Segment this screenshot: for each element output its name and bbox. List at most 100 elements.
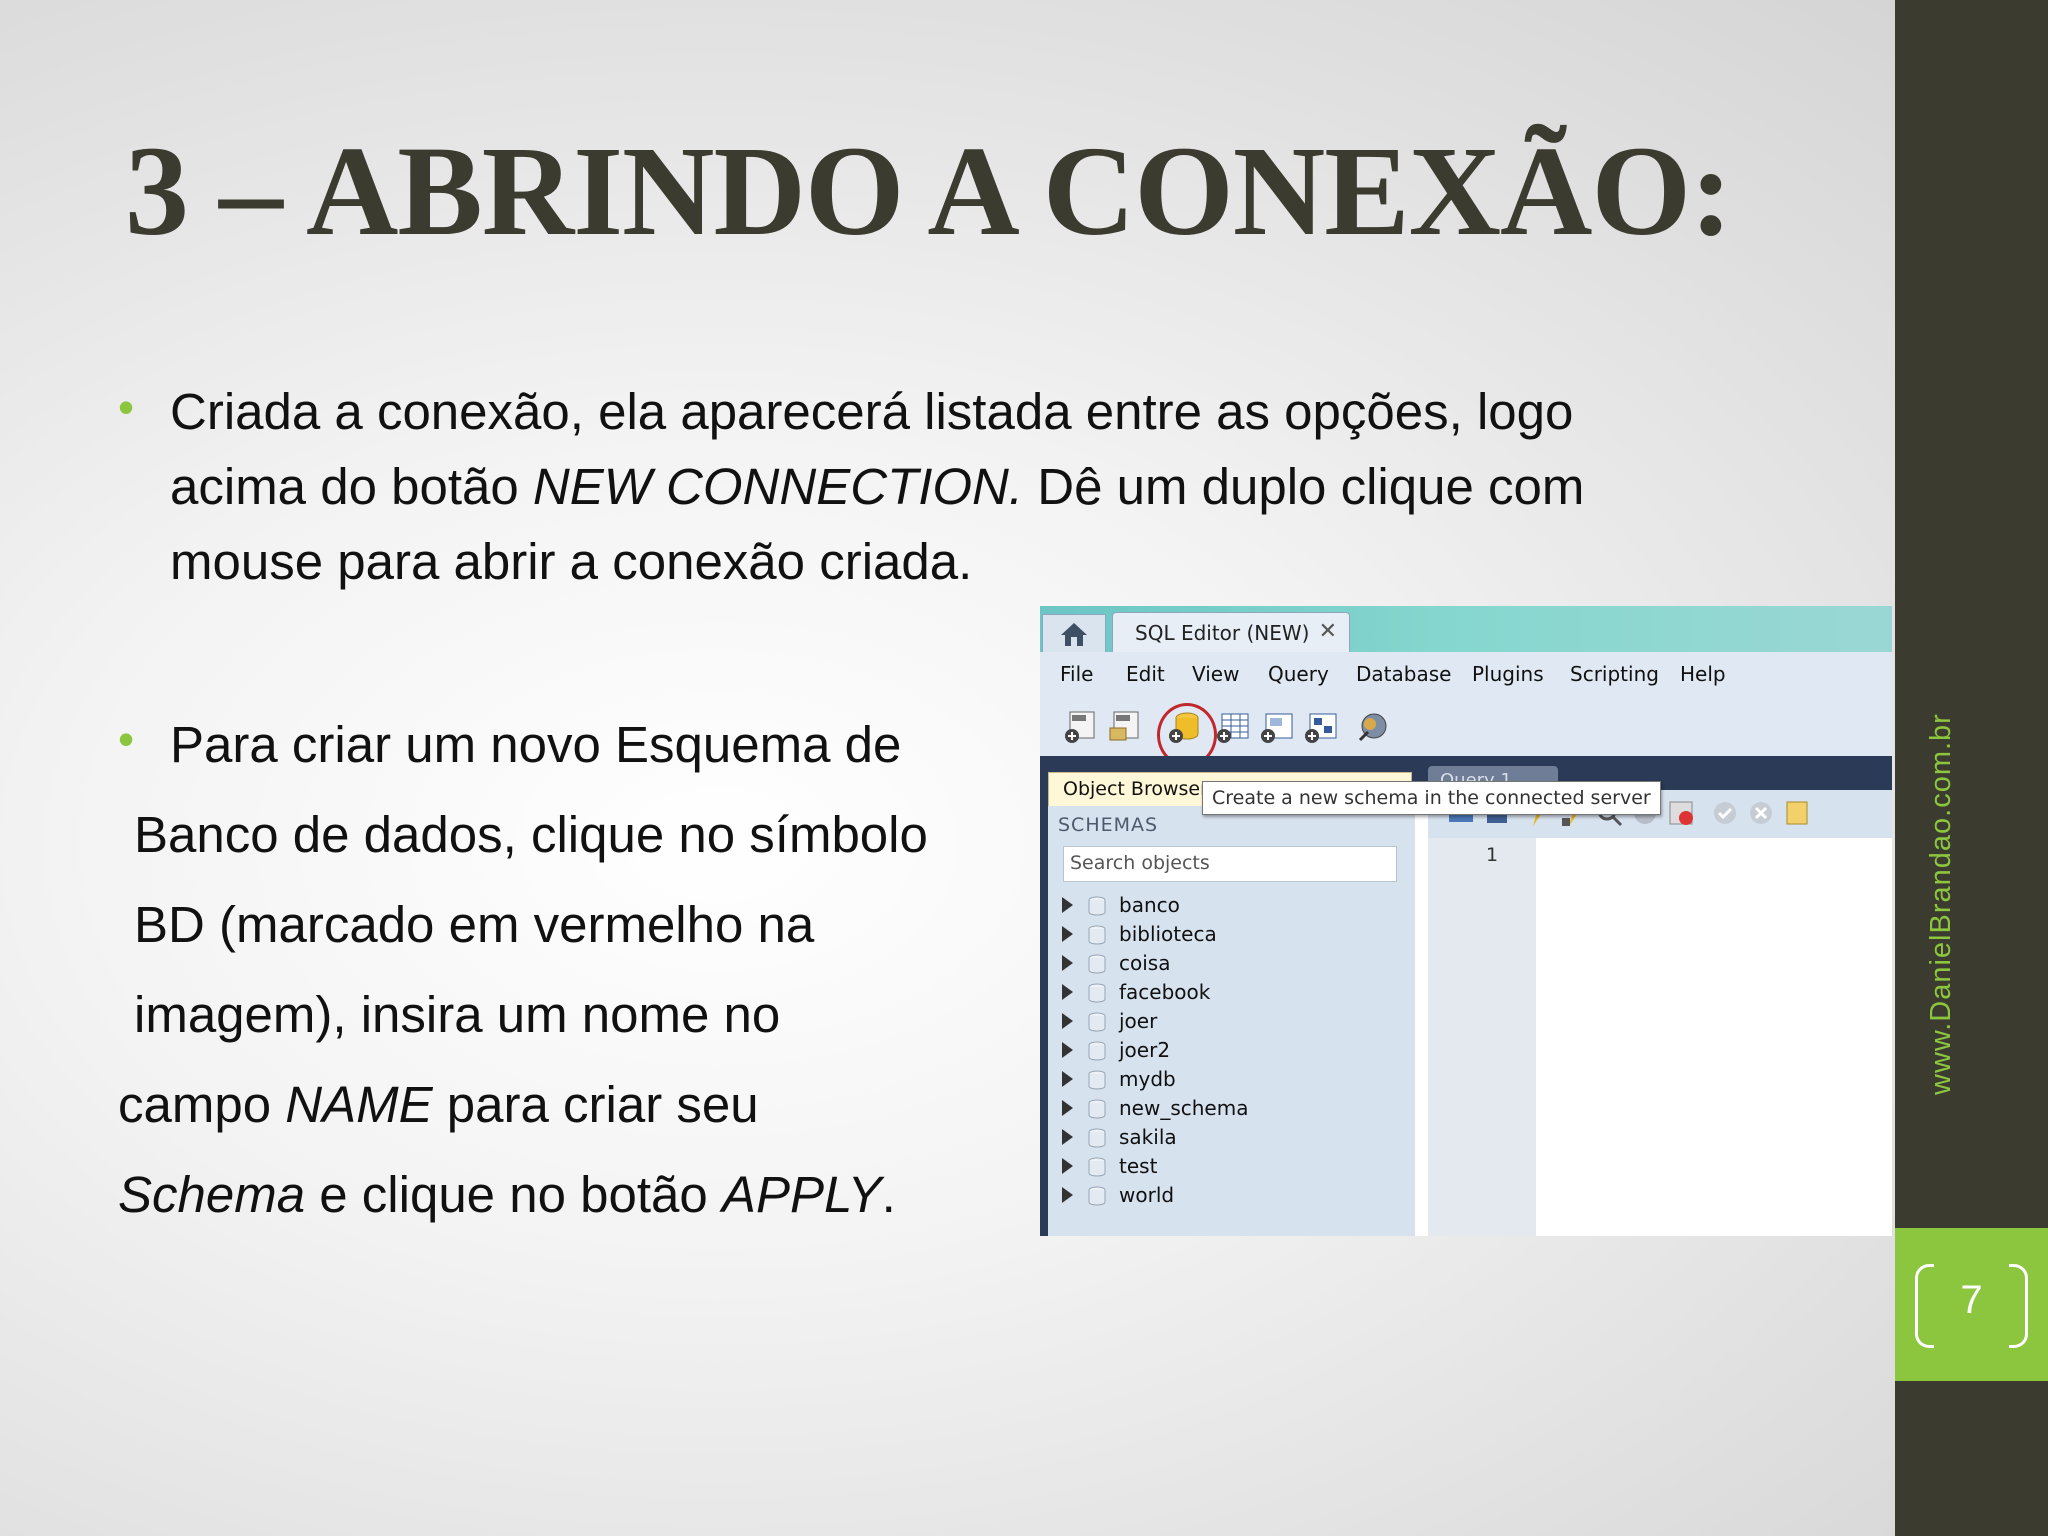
open-sql-file-icon[interactable] — [1108, 710, 1142, 744]
close-icon[interactable]: ✕ — [1319, 619, 1337, 644]
database-icon — [1088, 1012, 1106, 1032]
expand-arrow-icon[interactable] — [1062, 1187, 1073, 1203]
schema-name: new_schema — [1119, 1096, 1249, 1120]
menu-view[interactable]: View — [1192, 662, 1239, 686]
menu-file[interactable]: File — [1060, 662, 1093, 686]
search-input[interactable]: Search objects — [1063, 846, 1397, 882]
menu-edit[interactable]: Edit — [1126, 662, 1165, 686]
object-browser-panel: SCHEMAS Search objects banco biblioteca … — [1048, 806, 1415, 1236]
create-routine-icon[interactable] — [1304, 710, 1338, 744]
text-segment: campo — [118, 1076, 286, 1133]
page-number: 7 — [1960, 1278, 1983, 1322]
database-icon — [1088, 1157, 1106, 1177]
sql-editor-area[interactable] — [1546, 838, 1892, 1236]
expand-arrow-icon[interactable] — [1062, 1013, 1073, 1029]
schema-name: joer — [1119, 1009, 1158, 1033]
paragraph-line: Criada a conexão, ela aparecerá listada … — [170, 383, 1574, 440]
menu-query[interactable]: Query — [1268, 662, 1329, 686]
text-segment: e clique no botão — [305, 1166, 722, 1223]
menu-plugins[interactable]: Plugins — [1472, 662, 1544, 686]
database-icon — [1088, 983, 1106, 1003]
database-icon — [1088, 896, 1106, 916]
schema-item[interactable]: mydb — [1048, 1066, 1415, 1095]
schema-item[interactable]: sakila — [1048, 1124, 1415, 1153]
paragraph-line: Para criar um novo Esquema de — [170, 716, 902, 773]
schema-item[interactable]: world — [1048, 1182, 1415, 1211]
home-icon — [1061, 623, 1087, 646]
schema-name: joer2 — [1119, 1038, 1171, 1062]
emphasis-name: NAME — [285, 1076, 433, 1133]
paragraph-line: Banco de dados, clique no símbolo — [134, 806, 928, 863]
search-table-data-icon[interactable] — [1356, 710, 1390, 744]
database-icon — [1088, 1099, 1106, 1119]
schema-item[interactable]: banco — [1048, 892, 1415, 921]
expand-arrow-icon[interactable] — [1062, 1042, 1073, 1058]
schema-item[interactable]: test — [1048, 1153, 1415, 1182]
menu-database[interactable]: Database — [1356, 662, 1451, 686]
paragraph-line: BD (marcado em vermelho na — [134, 896, 815, 953]
expand-arrow-icon[interactable] — [1062, 1071, 1073, 1087]
sql-tab-label: SQL Editor (NEW) — [1135, 621, 1310, 645]
database-icon — [1088, 954, 1106, 974]
database-icon — [1088, 1186, 1106, 1206]
paragraph-line: imagem), insira um nome no — [134, 986, 781, 1043]
schema-item[interactable]: new_schema — [1048, 1095, 1415, 1124]
page-number-box: 7 — [1895, 1228, 2048, 1381]
schema-name: sakila — [1119, 1125, 1177, 1149]
text-segment: . — [881, 1166, 896, 1223]
tooltip-text: Create a new schema in the connected ser… — [1212, 787, 1651, 809]
database-icon — [1088, 1128, 1106, 1148]
database-icon — [1088, 925, 1106, 945]
paragraph-line: mouse para abrir a conexão criada. — [170, 533, 973, 590]
website-url: www.DanielBrandao.com.br — [1925, 713, 1957, 1095]
expand-arrow-icon[interactable] — [1062, 1129, 1073, 1145]
menu-bar: File Edit View Query Database Plugins Sc… — [1040, 652, 1892, 696]
tab-sql-editor[interactable]: SQL Editor (NEW) ✕ — [1112, 612, 1350, 653]
create-table-icon[interactable] — [1216, 710, 1250, 744]
emphasis-apply: APPLY — [721, 1166, 882, 1223]
menu-scripting[interactable]: Scripting — [1570, 662, 1659, 686]
database-icon — [1088, 1070, 1106, 1090]
toggle-error-icon[interactable] — [1666, 798, 1696, 828]
commit-check-icon[interactable] — [1710, 798, 1740, 828]
schema-name: banco — [1119, 893, 1180, 917]
schema-name: facebook — [1119, 980, 1211, 1004]
schema-name: test — [1119, 1154, 1158, 1178]
schemas-heading: SCHEMAS — [1058, 814, 1159, 836]
tooltip-create-schema: Create a new schema in the connected ser… — [1202, 781, 1661, 815]
create-view-icon[interactable] — [1260, 710, 1294, 744]
paragraph-line: acima do botão NEW CONNECTION. Dê um dup… — [170, 449, 1720, 524]
text-segment: acima do botão — [170, 458, 533, 515]
emphasis-schema: Schema — [118, 1166, 306, 1223]
schema-name: world — [1119, 1183, 1175, 1207]
bullet-icon: • — [118, 381, 135, 433]
schema-name: coisa — [1119, 951, 1171, 975]
new-sql-tab-icon[interactable] — [1064, 710, 1098, 744]
autocommit-icon[interactable] — [1782, 798, 1812, 828]
home-tab[interactable] — [1042, 614, 1106, 653]
search-placeholder: Search objects — [1070, 852, 1210, 874]
emphasis-new-connection: NEW CONNECTION. — [532, 458, 1024, 515]
paragraph-line: campo NAME para criar seu — [118, 1060, 1038, 1150]
schema-item[interactable]: joer2 — [1048, 1037, 1415, 1066]
schema-item[interactable]: facebook — [1048, 979, 1415, 1008]
object-browser-label: Object Browser — [1063, 778, 1208, 800]
schema-item[interactable]: joer — [1048, 1008, 1415, 1037]
expand-arrow-icon[interactable] — [1062, 955, 1073, 971]
menu-help[interactable]: Help — [1680, 662, 1726, 686]
paragraph-connection: Criada a conexão, ela aparecerá listada … — [170, 374, 1720, 599]
text-segment: para criar seu — [432, 1076, 759, 1133]
line-number-gutter: 1 — [1428, 838, 1536, 1236]
database-icon — [1088, 1041, 1106, 1061]
paragraph-line: Schema e clique no botão APPLY. — [118, 1150, 1038, 1240]
schema-item[interactable]: coisa — [1048, 950, 1415, 979]
expand-arrow-icon[interactable] — [1062, 1100, 1073, 1116]
expand-arrow-icon[interactable] — [1062, 897, 1073, 913]
text-segment: Dê um duplo clique com — [1023, 458, 1585, 515]
expand-arrow-icon[interactable] — [1062, 1158, 1073, 1174]
expand-arrow-icon[interactable] — [1062, 984, 1073, 1000]
schema-item[interactable]: biblioteca — [1048, 921, 1415, 950]
expand-arrow-icon[interactable] — [1062, 926, 1073, 942]
line-number: 1 — [1486, 844, 1499, 866]
rollback-x-icon[interactable] — [1746, 798, 1776, 828]
